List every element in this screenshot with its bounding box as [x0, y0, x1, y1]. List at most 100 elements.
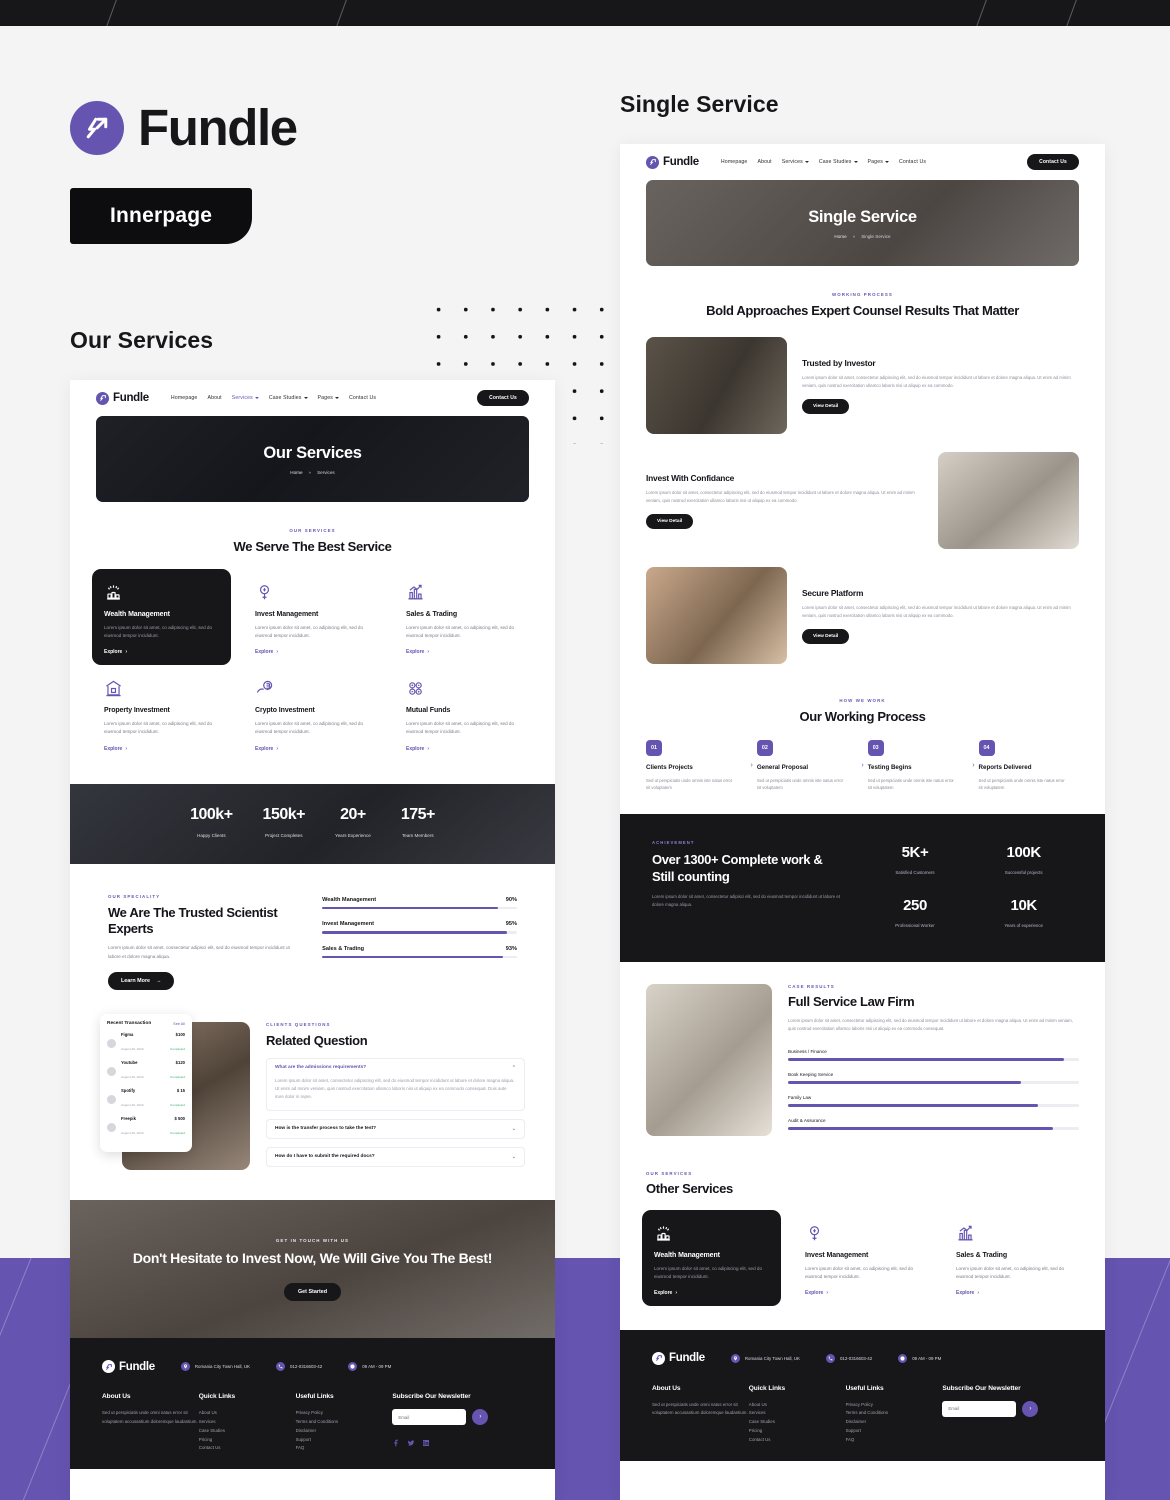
single-service-page-mockup: Fundle Homepage About Services Case Stud…	[620, 144, 1105, 1500]
breadcrumb-home[interactable]: Home	[290, 470, 302, 475]
nav-item-about[interactable]: About	[757, 159, 771, 165]
service-card[interactable]: Property Investment Lorem ipsum dolor sit…	[92, 665, 231, 761]
get-started-button[interactable]: Get Started	[283, 1282, 342, 1301]
footer-link[interactable]: Support	[296, 1436, 393, 1445]
footer-logo-text: Fundle	[119, 1360, 155, 1373]
view-detail-button[interactable]: View Detail	[646, 513, 694, 529]
footer-link[interactable]: Case Studies	[199, 1427, 296, 1436]
newsletter-submit-button[interactable]: ›	[472, 1409, 489, 1426]
faq-item[interactable]: How do I have to submit the required doc…	[266, 1146, 525, 1167]
nav-item-about[interactable]: About	[207, 395, 221, 401]
newsletter-email-input[interactable]	[392, 1409, 467, 1426]
footer-link[interactable]: Case Studies	[749, 1418, 846, 1427]
service-explore-link[interactable]: Explore ›	[406, 649, 521, 655]
footer-link[interactable]: FAQ	[296, 1444, 393, 1453]
footer-link[interactable]: FAQ	[846, 1436, 943, 1445]
nav-item-case-studies[interactable]: Case Studies	[819, 159, 858, 165]
working-head: HOW WE WORK Our Working Process	[620, 664, 1105, 725]
service-card-body: Lorem ipsum dolor sit amet, co adipiscin…	[805, 1265, 914, 1279]
twitter-icon[interactable]	[407, 1434, 415, 1452]
footer-useful-links: Privacy Policy Terms and Conditions Discla…	[296, 1409, 393, 1453]
nav-item-pages[interactable]: Pages	[868, 159, 889, 165]
facebook-icon[interactable]	[392, 1434, 400, 1452]
service-card[interactable]: Invest Management Lorem ipsum dolor sit a…	[793, 1210, 932, 1306]
nav-item-homepage[interactable]: Homepage	[721, 159, 748, 165]
invest-icon	[255, 582, 370, 602]
nav-contact-button[interactable]: Contact Us	[1027, 154, 1079, 170]
navbar-logo-text: Fundle	[663, 156, 699, 168]
faq-item[interactable]: How is the transfer process to take the …	[266, 1118, 525, 1139]
case-bar-fill	[788, 1104, 1039, 1108]
nav-contact-button[interactable]: Contact Us	[477, 390, 529, 406]
faq-question[interactable]: How is the transfer process to take the …	[267, 1120, 524, 1138]
nav-item-homepage[interactable]: Homepage	[171, 395, 198, 401]
view-detail-button[interactable]: View Detail	[802, 398, 850, 414]
nav-item-contact-us[interactable]: Contact Us	[899, 159, 926, 165]
service-card[interactable]: Sales & Trading Lorem ipsum dolor sit ame…	[944, 1210, 1083, 1306]
service-card[interactable]: Invest Management Lorem ipsum dolor sit a…	[243, 569, 382, 665]
view-detail-button[interactable]: View Detail	[802, 628, 850, 644]
footer-link[interactable]: Privacy Policy	[846, 1401, 943, 1410]
nav-item-contact-us[interactable]: Contact Us	[349, 395, 376, 401]
step-body: Sed ut perspiciatis unde omnis iste natu…	[978, 777, 1065, 791]
chevron-down-icon	[804, 161, 809, 163]
footer-link[interactable]: About Us	[199, 1409, 296, 1418]
footer-link[interactable]: About Us	[749, 1401, 846, 1410]
nav-item-case-studies[interactable]: Case Studies	[269, 395, 308, 401]
service-explore-link[interactable]: Explore ›	[406, 746, 521, 752]
footer-link[interactable]: Privacy Policy	[296, 1409, 393, 1418]
service-explore-link[interactable]: Explore ›	[654, 1290, 769, 1296]
footer-link[interactable]: Pricing	[749, 1427, 846, 1436]
footer-link[interactable]: Contact Us	[749, 1436, 846, 1445]
service-explore-link[interactable]: Explore ›	[255, 649, 370, 655]
service-card[interactable]: Mutual Funds Lorem ipsum dolor sit amet, …	[394, 665, 533, 761]
nav-item-pages[interactable]: Pages	[318, 395, 339, 401]
case-bar-fill	[788, 1058, 1065, 1062]
footer-hours-text: 09 AM - 09 PM	[912, 1355, 942, 1361]
footer-link[interactable]: Support	[846, 1427, 943, 1436]
newsletter-email-input[interactable]	[942, 1400, 1017, 1417]
navbar: Fundle Homepage About Services Case Stud…	[70, 380, 555, 416]
service-card[interactable]: Wealth Management Lorem ipsum dolor sit a…	[642, 1209, 781, 1306]
footer-logo-text: Fundle	[669, 1352, 705, 1365]
faq-accordion-list: What are the admissions requirements? ⌃ Lo…	[266, 1057, 525, 1167]
navbar-logo[interactable]: Fundle	[96, 391, 149, 405]
nav-item-services[interactable]: Services	[232, 395, 259, 401]
footer-link[interactable]: Disclaimer	[296, 1427, 393, 1436]
faq-question[interactable]: How do I have to submit the required doc…	[267, 1148, 524, 1166]
service-explore-link[interactable]: Explore ›	[104, 746, 219, 752]
footer-phone-text: 012-0316603-42	[289, 1364, 323, 1370]
faq-question[interactable]: What are the admissions requirements? ⌃	[267, 1059, 524, 1077]
fundle-arrow-icon	[652, 1351, 665, 1365]
newsletter-submit-button[interactable]: ›	[1022, 1400, 1039, 1417]
breadcrumb-home[interactable]: Home	[834, 234, 846, 239]
learn-more-button[interactable]: Learn More →	[108, 972, 175, 991]
transaction-row: Youtube August 20, 2023 $120 Completed	[107, 1060, 185, 1083]
footer-link[interactable]: Services	[199, 1418, 296, 1427]
footer-link[interactable]: Terms and Conditions	[846, 1409, 943, 1418]
service-card[interactable]: Sales & Trading Lorem ipsum dolor sit ame…	[394, 569, 533, 665]
achievement-cell: 5K+ Satisfied Customers	[895, 843, 935, 875]
footer-link[interactable]: Services	[749, 1409, 846, 1418]
footer-link[interactable]: Terms and Conditions	[296, 1418, 393, 1427]
footer-logo[interactable]: Fundle	[652, 1351, 705, 1365]
service-explore-link[interactable]: Explore ›	[255, 746, 370, 752]
footer-link[interactable]: Pricing	[199, 1436, 296, 1445]
trading-icon	[406, 582, 521, 602]
service-card[interactable]: Wealth Management Lorem ipsum dolor sit a…	[92, 569, 231, 666]
footer-logo[interactable]: Fundle	[102, 1360, 155, 1374]
service-card[interactable]: Crypto Investment Lorem ipsum dolor sit a…	[243, 665, 382, 761]
service-explore-link[interactable]: Explore ›	[104, 649, 219, 655]
service-explore-link[interactable]: Explore ›	[956, 1290, 1071, 1296]
faq-item[interactable]: What are the admissions requirements? ⌃ Lo…	[266, 1057, 525, 1111]
service-explore-link[interactable]: Explore ›	[805, 1290, 920, 1296]
case-bar-label: Family Law	[788, 1095, 812, 1101]
navbar-logo[interactable]: Fundle	[646, 155, 699, 169]
nav-item-services[interactable]: Services	[782, 159, 809, 165]
service-card-title: Invest Management	[255, 611, 319, 619]
see-all-link[interactable]: See All	[173, 1022, 185, 1026]
footer-link[interactable]: Contact Us	[199, 1444, 296, 1453]
case-bar-label: Book Keeping Service	[788, 1072, 834, 1078]
footer-link[interactable]: Disclaimer	[846, 1418, 943, 1427]
linkedin-icon[interactable]	[422, 1434, 430, 1452]
